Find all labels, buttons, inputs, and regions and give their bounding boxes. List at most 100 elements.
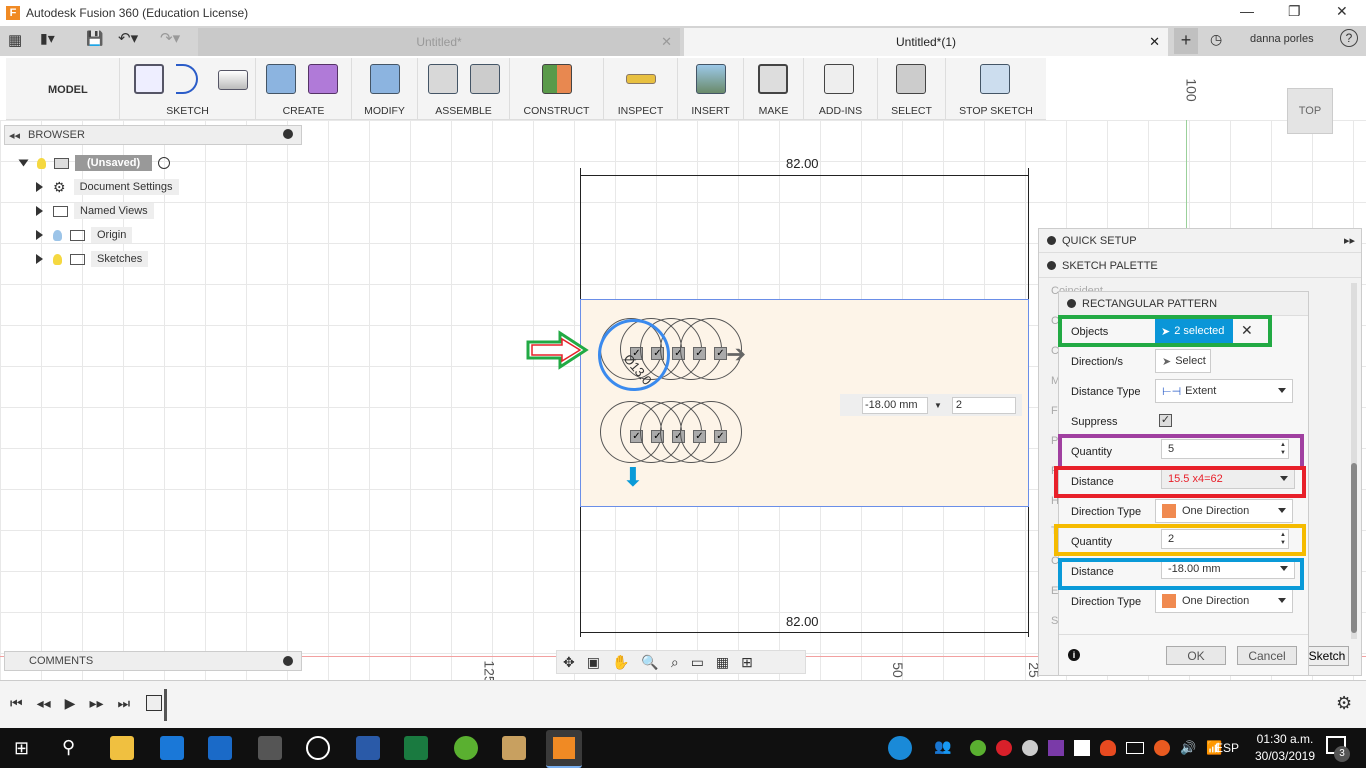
form-icon[interactable] — [308, 64, 338, 94]
directions-select-button[interactable]: ➤ Select — [1155, 349, 1211, 373]
toolbar-group-stop-sketch[interactable]: STOP SKETCH — [946, 58, 1046, 120]
direction-type1-dropdown[interactable]: One Direction — [1155, 499, 1293, 523]
toolbar-group-create[interactable]: CREATE — [256, 58, 352, 120]
extrude-icon[interactable] — [266, 64, 296, 94]
scrollbar-thumb[interactable] — [1351, 463, 1357, 633]
search-icon[interactable]: ⚲ — [62, 737, 75, 758]
distance-type-dropdown[interactable]: ⊢⊣ Extent — [1155, 379, 1293, 403]
utorrent-tray-icon[interactable] — [970, 740, 986, 756]
utorrent-icon[interactable] — [454, 736, 478, 760]
press-pull-icon[interactable] — [370, 64, 400, 94]
inline-distance-input[interactable]: -18.00 mm — [862, 396, 928, 414]
arc-icon[interactable] — [176, 64, 198, 94]
activate-icon[interactable] — [158, 157, 171, 169]
toolbar-group-select[interactable]: SELECT — [878, 58, 946, 120]
step-forward-icon[interactable]: ▸▸ — [89, 695, 103, 712]
save-icon[interactable]: 💾 — [86, 30, 103, 47]
minimize-button[interactable]: — — [1240, 3, 1254, 19]
viewports-icon[interactable]: ⊞ — [741, 654, 753, 671]
fusion-taskbar-icon[interactable] — [546, 730, 582, 768]
expand-icon[interactable] — [36, 206, 43, 216]
quick-setup-header[interactable]: QUICK SETUP ▸▸ — [1039, 229, 1361, 253]
outlook-icon[interactable] — [208, 736, 232, 760]
undo-icon[interactable]: ↶▾ — [118, 29, 138, 47]
tab-untitled[interactable]: Untitled* ✕ — [198, 28, 680, 56]
go-to-end-icon[interactable]: ⏭ — [118, 695, 131, 712]
grid-icon[interactable]: ▦ — [716, 654, 729, 671]
toolbar-group-modify[interactable]: MODIFY — [352, 58, 418, 120]
rectangle-icon[interactable] — [218, 70, 248, 90]
edge-icon[interactable] — [160, 736, 184, 760]
clock-time[interactable]: 01:30 a.m. — [1250, 732, 1320, 746]
collapse-icon[interactable] — [1067, 299, 1076, 308]
file-menu-icon[interactable]: ▮▾ — [40, 30, 55, 47]
cancel-button[interactable]: Cancel — [1237, 646, 1297, 665]
fit-icon[interactable]: ⌕ — [671, 654, 679, 671]
expand-icon[interactable] — [36, 254, 43, 264]
create-sketch-icon[interactable] — [134, 64, 164, 94]
alert-tray-icon[interactable] — [1154, 740, 1170, 756]
browser-panel-header[interactable]: ◂◂ BROWSER — [4, 125, 302, 145]
scripts-icon[interactable] — [824, 64, 854, 94]
measure-icon[interactable] — [626, 74, 656, 84]
start-windows-icon[interactable]: ⊞ — [14, 738, 29, 759]
toolbar-group-addins[interactable]: ADD-INS — [804, 58, 878, 120]
store-icon[interactable] — [258, 736, 282, 760]
expand-icon[interactable] — [36, 230, 43, 240]
direction-arrow-right-icon[interactable]: ➔ — [726, 340, 746, 369]
clock-date[interactable]: 30/03/2019 — [1250, 749, 1320, 763]
step-back-icon[interactable]: ◂◂ — [37, 695, 51, 712]
timeline-settings-gear-icon[interactable]: ⚙ — [1336, 693, 1352, 714]
pattern-instance-checkbox[interactable]: ✓ — [714, 430, 727, 443]
offset-plane-icon[interactable] — [542, 64, 572, 94]
visibility-bulb-icon[interactable] — [53, 229, 62, 241]
look-at-icon[interactable]: ▣ — [587, 654, 600, 671]
word-icon[interactable] — [356, 736, 380, 760]
tab-untitled-1[interactable]: Untitled*(1) ✕ — [684, 28, 1168, 56]
suppress-checkbox[interactable]: ✓ — [1159, 414, 1172, 427]
browser-minimize-icon[interactable] — [283, 129, 293, 139]
visibility-bulb-icon[interactable] — [37, 157, 46, 169]
volume-icon[interactable]: 🔊 — [1180, 740, 1196, 756]
stop-sketch-button[interactable]: Sketch — [1305, 646, 1349, 666]
view-cube[interactable]: TOP — [1287, 88, 1333, 134]
close-tab-icon[interactable]: ✕ — [661, 34, 672, 50]
sketch-palette-header[interactable]: SKETCH PALETTE — [1039, 254, 1361, 278]
go-to-start-icon[interactable]: ⏮ — [10, 695, 23, 712]
timeline-marker[interactable] — [164, 689, 167, 721]
security-tray-icon[interactable] — [1074, 740, 1090, 756]
paint-icon[interactable] — [502, 736, 526, 760]
insert-image-icon[interactable] — [696, 64, 726, 94]
direction-arrow-down-icon[interactable]: ⬇ — [622, 462, 644, 493]
dimension-bottom[interactable]: 82.00 — [786, 614, 819, 629]
new-component-icon[interactable] — [428, 64, 458, 94]
browser-item-sketches[interactable]: Sketches — [36, 249, 149, 269]
fire-tray-icon[interactable] — [1100, 740, 1116, 756]
comments-panel-header[interactable]: COMMENTS — [4, 651, 302, 671]
cloud-sync-icon[interactable] — [1022, 740, 1038, 756]
toolbar-group-inspect[interactable]: INSPECT — [604, 58, 678, 120]
file-explorer-icon[interactable] — [110, 736, 134, 760]
zoom-icon[interactable]: 🔍 — [641, 654, 658, 671]
orbit-icon[interactable]: ✥ — [563, 654, 575, 671]
3d-print-icon[interactable] — [758, 64, 788, 94]
collapse-icon[interactable]: ◂◂ — [9, 129, 20, 142]
close-tab-icon[interactable]: ✕ — [1149, 34, 1160, 50]
onenote-tray-icon[interactable] — [1048, 740, 1064, 756]
toolbar-group-sketch[interactable]: SKETCH — [120, 58, 256, 120]
people-icon[interactable]: 👥 — [934, 738, 951, 755]
expand-icon[interactable] — [18, 159, 29, 167]
new-tab-button[interactable]: + — [1174, 28, 1198, 54]
help-tray-icon[interactable] — [888, 736, 912, 760]
expand-icon[interactable] — [36, 182, 43, 192]
ok-button[interactable]: OK — [1166, 646, 1226, 665]
toolbar-group-assemble[interactable]: ASSEMBLE — [418, 58, 510, 120]
toolbar-group-insert[interactable]: INSERT — [678, 58, 744, 120]
add-comment-icon[interactable] — [283, 656, 293, 666]
app-grid-icon[interactable]: ▦ — [8, 31, 22, 49]
browser-root[interactable]: (Unsaved) — [18, 153, 171, 173]
display-settings-icon[interactable]: ▭ — [691, 654, 704, 671]
browser-item-named-views[interactable]: Named Views — [36, 201, 154, 221]
dimension-top[interactable]: 82.00 — [786, 156, 819, 171]
redo-icon[interactable]: ↷▾ — [160, 29, 180, 47]
